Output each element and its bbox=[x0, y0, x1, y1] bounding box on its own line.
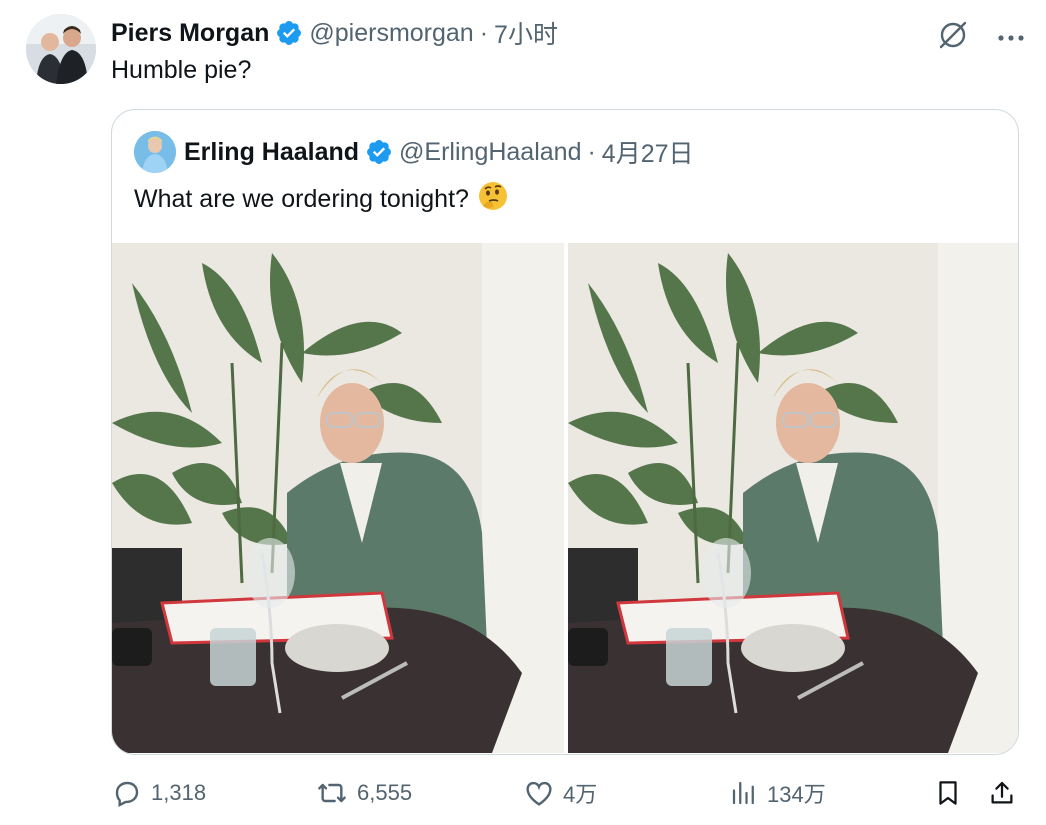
like-icon bbox=[526, 781, 552, 806]
grok-icon[interactable] bbox=[936, 18, 970, 57]
bookmark-icon bbox=[939, 781, 957, 805]
share-button[interactable] bbox=[987, 772, 1025, 814]
quoted-author-name[interactable]: Erling Haaland bbox=[184, 138, 359, 167]
tweet-photo[interactable] bbox=[568, 243, 1018, 753]
quoted-tweet[interactable]: Erling Haaland @ErlingHaaland · 4月27日 Wh… bbox=[111, 109, 1019, 755]
verified-badge-icon bbox=[277, 21, 302, 45]
tweet-text: Humble pie? bbox=[111, 56, 252, 84]
separator-dot: · bbox=[587, 137, 596, 166]
tweet-time[interactable]: 7小时 bbox=[494, 15, 558, 51]
tweet-action-bar: 1,318 6,555 4万 134万 bbox=[111, 772, 1021, 814]
quoted-author-avatar[interactable] bbox=[134, 131, 176, 173]
reply-icon bbox=[115, 781, 139, 807]
more-icon[interactable] bbox=[994, 21, 1028, 55]
thinking-face-emoji bbox=[477, 180, 509, 219]
repost-count: 6,555 bbox=[357, 780, 413, 805]
quoted-text: What are we ordering tonight? bbox=[134, 185, 469, 213]
quoted-tweet-text: What are we ordering tonight? bbox=[134, 180, 509, 219]
repost-button[interactable]: 6,555 bbox=[315, 772, 412, 814]
like-button[interactable]: 4万 bbox=[523, 772, 597, 814]
reply-button[interactable]: 1,318 bbox=[111, 772, 206, 814]
like-count: 4万 bbox=[563, 782, 598, 807]
quoted-tweet-date[interactable]: 4月27日 bbox=[602, 134, 694, 170]
author-handle[interactable]: @piersmorgan bbox=[309, 19, 473, 48]
views-icon bbox=[732, 781, 754, 805]
repost-icon bbox=[318, 783, 346, 803]
tweet-header: Piers Morgan @piersmorgan · 7小时 bbox=[111, 14, 926, 52]
reply-count: 1,318 bbox=[151, 780, 207, 805]
quoted-tweet-header: Erling Haaland @ErlingHaaland · 4月27日 bbox=[134, 130, 694, 174]
author-name[interactable]: Piers Morgan bbox=[111, 19, 269, 48]
views-count: 134万 bbox=[767, 782, 826, 807]
views-button[interactable]: 134万 bbox=[729, 772, 826, 814]
quoted-author-handle[interactable]: @ErlingHaaland bbox=[399, 138, 581, 167]
verified-badge-icon bbox=[367, 140, 392, 164]
share-icon bbox=[991, 781, 1013, 804]
separator-dot: · bbox=[479, 18, 489, 47]
author-avatar[interactable] bbox=[26, 14, 96, 84]
bookmark-button[interactable] bbox=[933, 772, 971, 814]
tweet-top-actions bbox=[936, 18, 1028, 57]
tweet-photo[interactable] bbox=[112, 243, 564, 753]
